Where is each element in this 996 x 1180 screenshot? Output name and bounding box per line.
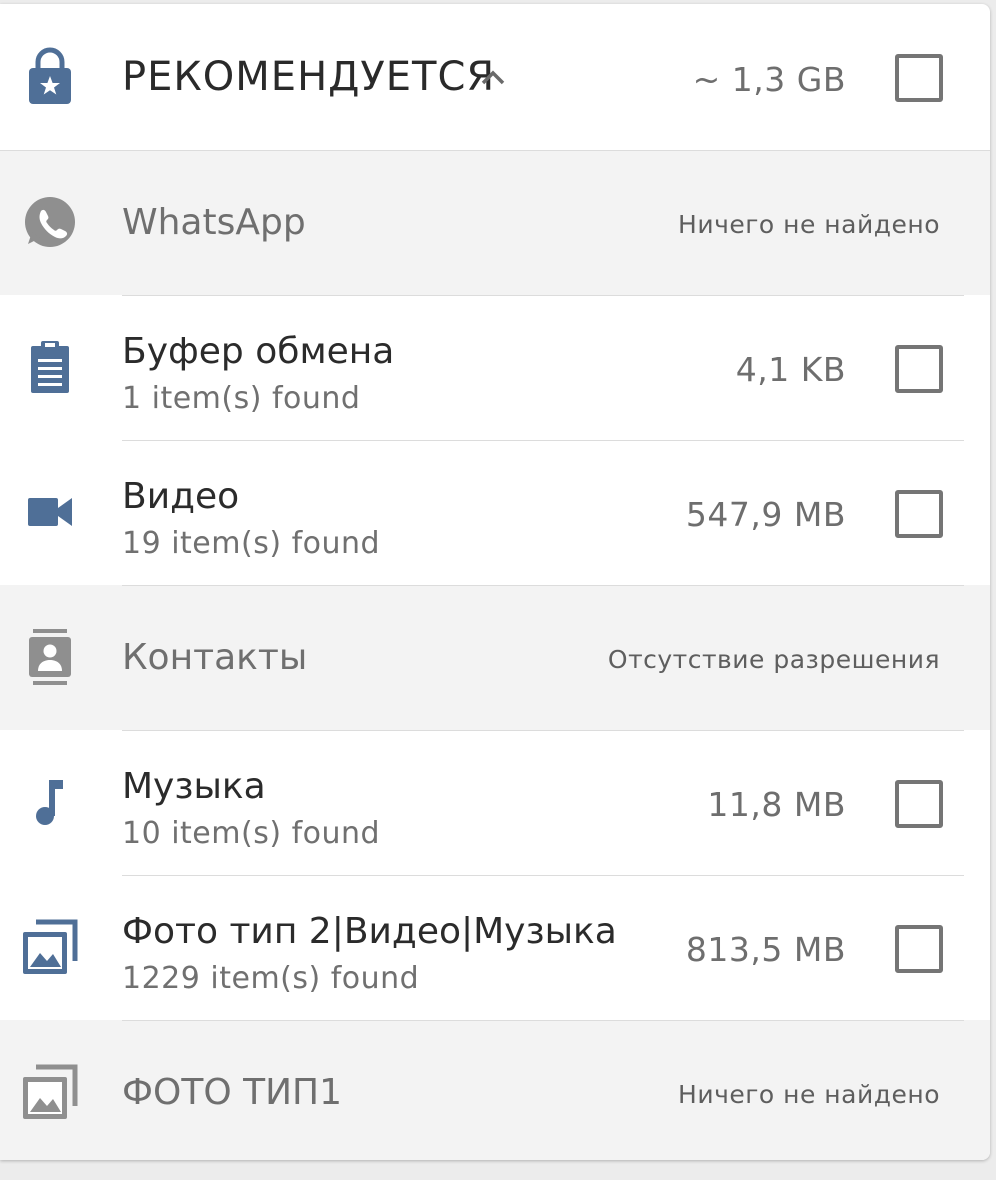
recommended-section-card: РЕКОМЕНДУЕТСЯ ~ 1,3 GB WhatsApp Ничего н… [0,4,990,1160]
item-title: Контакты [122,637,308,678]
select-all-checkbox[interactable] [895,54,943,102]
divider [0,150,990,151]
item-count: 10 item(s) found [122,816,381,851]
music-note-icon [22,774,78,830]
item-size: 547,9 MB [685,495,846,534]
item-title: Буфер обмена [122,331,395,372]
list-item-video[interactable]: Видео 19 item(s) found 547,9 MB [0,440,990,585]
item-checkbox[interactable] [895,490,943,538]
photo-library-icon [22,1064,78,1120]
item-count: 1229 item(s) found [122,961,420,996]
list-item-photo-type1: ФОТО ТИП1 Ничего не найдено [0,1020,990,1160]
list-item-music[interactable]: Музыка 10 item(s) found 11,8 MB [0,730,990,875]
whatsapp-icon [22,194,78,250]
item-title: WhatsApp [122,202,306,243]
item-checkbox[interactable] [895,925,943,973]
item-count: 19 item(s) found [122,526,381,561]
video-camera-icon [22,484,78,540]
item-size: 11,8 MB [707,785,846,824]
contacts-icon [22,629,78,685]
item-title: Фото тип 2|Видео|Музыка [122,911,617,952]
divider [122,730,964,731]
item-size: 813,5 MB [685,930,846,969]
lock-star-icon [22,47,78,104]
recommended-header[interactable]: РЕКОМЕНДУЕТСЯ ~ 1,3 GB [0,4,990,150]
list-item-whatsapp: WhatsApp Ничего не найдено [0,150,990,295]
list-item-photo-video-music[interactable]: Фото тип 2|Видео|Музыка 1229 item(s) fou… [0,875,990,1020]
section-title: РЕКОМЕНДУЕТСЯ [122,54,496,100]
item-count: 1 item(s) found [122,381,361,416]
divider [122,440,964,441]
item-title: ФОТО ТИП1 [122,1072,342,1113]
item-title: Музыка [122,766,266,807]
item-checkbox[interactable] [895,780,943,828]
clipboard-icon [22,339,78,395]
photo-library-icon [22,919,78,975]
divider [122,875,964,876]
item-status: Ничего не найдено [678,210,940,239]
divider [122,1020,964,1021]
divider [122,585,964,586]
chevron-up-icon[interactable] [478,62,508,92]
divider [122,295,964,296]
item-checkbox[interactable] [895,345,943,393]
item-size: 4,1 KB [735,350,846,389]
item-title: Видео [122,476,240,517]
item-status: Отсутствие разрешения [607,645,940,674]
list-item-clipboard[interactable]: Буфер обмена 1 item(s) found 4,1 KB [0,295,990,440]
list-item-contacts: Контакты Отсутствие разрешения [0,585,990,730]
item-status: Ничего не найдено [678,1080,940,1109]
section-size: ~ 1,3 GB [692,60,846,99]
